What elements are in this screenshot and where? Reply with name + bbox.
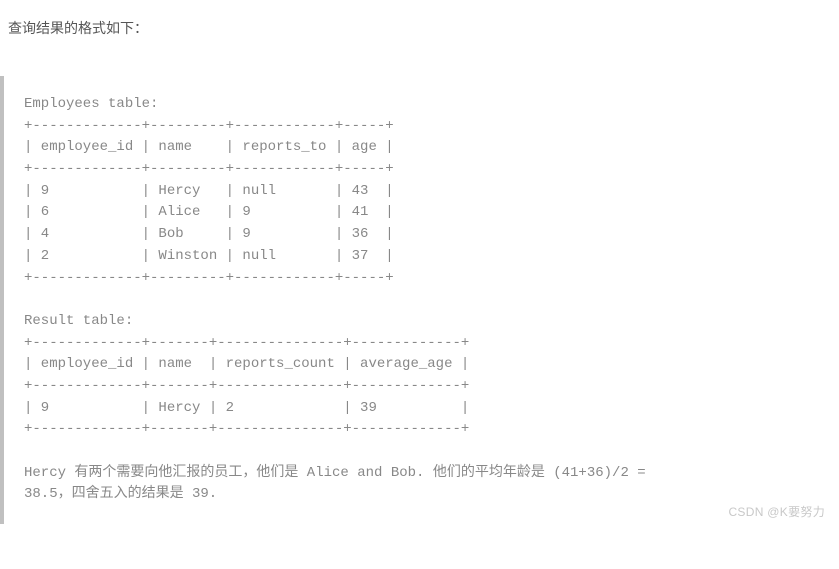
- sql-example-block: Employees table: +-------------+--------…: [0, 76, 839, 524]
- result-table-row: | 9 | Hercy | 2 | 39 |: [24, 400, 469, 416]
- result-table-header-row: | employee_id | name | reports_count | a…: [24, 356, 469, 372]
- watermark-text: CSDN @K要努力: [728, 503, 825, 522]
- employees-table-header-row: | employee_id | name | reports_to | age …: [24, 139, 394, 155]
- result-table-sep: +-------------+-------+---------------+-…: [24, 421, 469, 437]
- employees-table-row: | 9 | Hercy | null | 43 |: [24, 183, 394, 199]
- explanation-line: Hercy 有两个需要向他汇报的员工，他们是 Alice and Bob. 他们…: [24, 465, 654, 481]
- intro-text: 查询结果的格式如下：: [0, 0, 839, 46]
- employees-table-title: Employees table:: [24, 96, 158, 112]
- employees-table-row: | 6 | Alice | 9 | 41 |: [24, 204, 394, 220]
- employees-table-sep: +-------------+---------+------------+--…: [24, 118, 394, 134]
- employees-table-sep: +-------------+---------+------------+--…: [24, 161, 394, 177]
- result-table-sep: +-------------+-------+---------------+-…: [24, 378, 469, 394]
- explanation-line: 38.5，四舍五入的结果是 39.: [24, 486, 217, 502]
- employees-table-sep: +-------------+---------+------------+--…: [24, 270, 394, 286]
- employees-table-row: | 4 | Bob | 9 | 36 |: [24, 226, 394, 242]
- result-table-title: Result table:: [24, 313, 133, 329]
- employees-table-row: | 2 | Winston | null | 37 |: [24, 248, 394, 264]
- result-table-sep: +-------------+-------+---------------+-…: [24, 335, 469, 351]
